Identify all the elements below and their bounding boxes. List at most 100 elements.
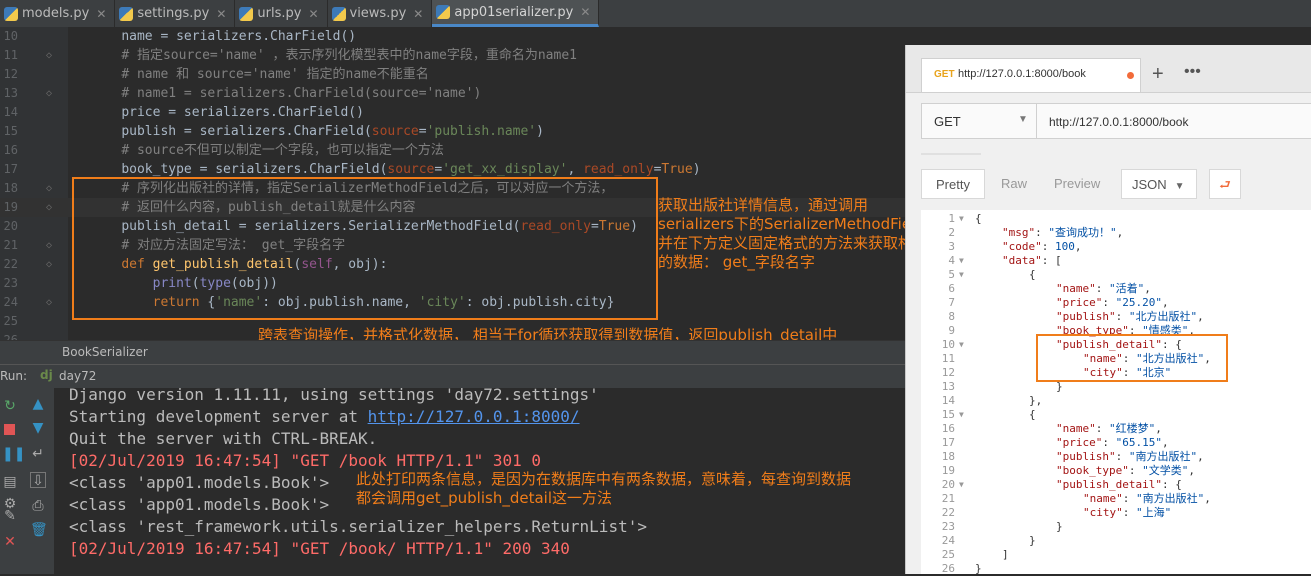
json-text: "price": "65.15", <box>975 436 1169 450</box>
code-line[interactable]: 12 # name 和 source='name' 指定的name不能重名 <box>0 65 905 84</box>
close-tab-icon[interactable]: ✕ <box>96 7 106 21</box>
python-file-icon <box>239 6 254 21</box>
fold-marker-icon[interactable]: ◇ <box>46 198 52 217</box>
view-pretty-button[interactable]: Pretty <box>921 169 985 199</box>
json-line: 17 "price": "65.15", <box>921 436 1311 450</box>
json-token: : [ <box>1041 254 1062 267</box>
json-token: "data" <box>1002 254 1042 267</box>
json-text: "publish": "北方出版社", <box>975 310 1204 324</box>
file-tab[interactable]: app01serializer.py ✕ <box>432 0 600 27</box>
more-options-icon[interactable]: ••• <box>1184 63 1201 81</box>
console-line: <class 'app01.models.Book'> <box>69 472 329 494</box>
collapse-icon[interactable]: ▼ <box>959 478 964 492</box>
json-text: } <box>975 520 1063 534</box>
stop-icon[interactable] <box>2 422 18 438</box>
annotation-console: 此处打印两条信息，是因为在数据库中有两条数据，意味着，每查询到数据 都会调用ge… <box>356 470 851 508</box>
highlight-box-method-field <box>72 177 658 320</box>
json-token: "文学类" <box>1142 464 1189 477</box>
json-token: "name" <box>1083 492 1123 505</box>
postman-request-tab[interactable]: GET http://127.0.0.1:8000/book <box>921 58 1141 92</box>
scroll-to-end-icon[interactable]: ⇩ <box>30 472 46 489</box>
json-text: "msg": "查询成功！", <box>975 226 1123 240</box>
json-text: "name": "南方出版社", <box>975 492 1211 506</box>
print-icon[interactable]: ⎙ <box>30 498 46 514</box>
wrap-lines-icon[interactable]: ⮐ <box>1209 169 1241 199</box>
response-body[interactable]: 1 ▼ {2 "msg": "查询成功！", 3 "code": 100, 4 ▼ "data"… <box>921 210 1311 575</box>
class-breadcrumb[interactable]: BookSerializer <box>62 345 148 359</box>
json-token: : { <box>1161 478 1182 491</box>
fold-marker-icon[interactable]: ◇ <box>46 84 52 103</box>
console-text: Quit the server with CTRL-BREAK. <box>69 429 378 448</box>
code-line[interactable]: 14 price = serializers.CharField() <box>0 103 905 122</box>
up-arrow-icon[interactable]: ▲ <box>30 396 46 412</box>
json-token: } <box>1056 520 1063 533</box>
code-line[interactable]: 16 # source不但可以制定一个字段，也可以指定一个方法 <box>0 141 905 160</box>
layout-icon[interactable]: ▤ <box>2 474 18 490</box>
line-number: 18 <box>3 181 18 195</box>
close-tab-icon[interactable]: ✕ <box>580 5 590 19</box>
json-line: 14}, <box>921 394 1311 408</box>
code-line[interactable]: 13 ◇ # name1 = serializers.CharField(sour… <box>0 84 905 103</box>
code-text: publish = serializers.CharField(source='… <box>90 122 544 141</box>
json-token: , <box>1074 240 1082 253</box>
view-preview-button[interactable]: Preview <box>1054 169 1100 199</box>
fold-marker-icon[interactable]: ◇ <box>46 46 52 65</box>
file-tab[interactable]: settings.py ✕ <box>115 0 236 27</box>
down-arrow-icon[interactable]: ▼ <box>30 420 46 436</box>
json-token: "北方出版社" <box>1128 310 1198 323</box>
collapse-icon[interactable]: ▼ <box>959 408 964 422</box>
json-line-number: 8 <box>948 310 955 323</box>
format-select[interactable]: JSON ▼ <box>1121 169 1197 199</box>
collapse-icon[interactable]: ▼ <box>959 268 964 282</box>
json-line: 8 "publish": "北方出版社", <box>921 310 1311 324</box>
json-token: "book_type" <box>1056 464 1129 477</box>
json-token: "查询成功！" <box>1048 226 1117 239</box>
close-tab-icon[interactable]: ✕ <box>308 7 318 21</box>
console-line: Starting development server at http://12… <box>69 406 580 428</box>
pause-icon[interactable]: ❚❚ <box>2 446 25 462</box>
json-line-number: 7 <box>948 296 955 309</box>
json-line-number: 12 <box>941 366 955 379</box>
code-text: # source不但可以制定一个字段，也可以指定一个方法 <box>90 141 444 160</box>
file-tab[interactable]: models.py ✕ <box>0 0 116 27</box>
chevron-down-icon: ▼ <box>1018 114 1028 125</box>
json-line: 2 "msg": "查询成功！", <box>921 226 1311 240</box>
close-tab-icon[interactable]: ✕ <box>413 7 423 21</box>
fold-marker-icon[interactable]: ◇ <box>46 255 52 274</box>
view-raw-button[interactable]: Raw <box>1001 169 1027 199</box>
close-icon[interactable]: ✕ <box>2 534 18 550</box>
run-config-tab[interactable]: day72 <box>59 369 96 383</box>
json-line-number: 16 <box>941 422 955 435</box>
code-line[interactable]: 11 ◇ # 指定source='name' ，表示序列化模型表中的name字段，… <box>0 46 905 65</box>
json-text: "name": "红楼梦", <box>975 422 1162 436</box>
json-token: "code" <box>1002 240 1042 253</box>
fold-marker-icon[interactable]: ◇ <box>46 293 52 312</box>
collapse-icon[interactable]: ▼ <box>959 254 964 268</box>
collapse-icon[interactable]: ▼ <box>959 212 964 226</box>
collapse-icon[interactable]: ▼ <box>959 338 964 352</box>
file-tab[interactable]: urls.py ✕ <box>235 0 328 27</box>
new-tab-plus-icon[interactable]: + <box>1152 63 1164 86</box>
json-line: 1 ▼ { <box>921 212 1311 226</box>
json-line-number: 5 <box>948 268 955 281</box>
pin-icon[interactable]: ✎ <box>2 508 18 524</box>
server-url-link[interactable]: http://127.0.0.1:8000/ <box>368 407 580 426</box>
fold-marker-icon[interactable]: ◇ <box>46 179 52 198</box>
rerun-icon[interactable]: ↻ <box>2 398 18 414</box>
soft-wrap-icon[interactable]: ↵ <box>30 446 46 462</box>
close-tab-icon[interactable]: ✕ <box>216 7 226 21</box>
fold-marker-icon[interactable]: ◇ <box>46 236 52 255</box>
url-input[interactable]: http://127.0.0.1:8000/book <box>1037 103 1311 139</box>
json-line: 3 "code": 100, <box>921 240 1311 254</box>
code-line[interactable]: 15 publish = serializers.CharField(sourc… <box>0 122 905 141</box>
method-select[interactable]: GET ▼ <box>921 103 1037 139</box>
file-tab[interactable]: views.py ✕ <box>328 0 433 27</box>
code-token: price = serializers.CharField() <box>121 105 364 120</box>
json-token: "南方出版社" <box>1136 492 1205 505</box>
json-token: 100 <box>1055 240 1075 253</box>
trash-icon[interactable]: 🗑 <box>30 522 48 538</box>
json-text: { <box>975 268 1036 282</box>
code-line[interactable]: 10 name = serializers.CharField() <box>0 27 905 46</box>
json-token: "publish" <box>1056 310 1116 323</box>
